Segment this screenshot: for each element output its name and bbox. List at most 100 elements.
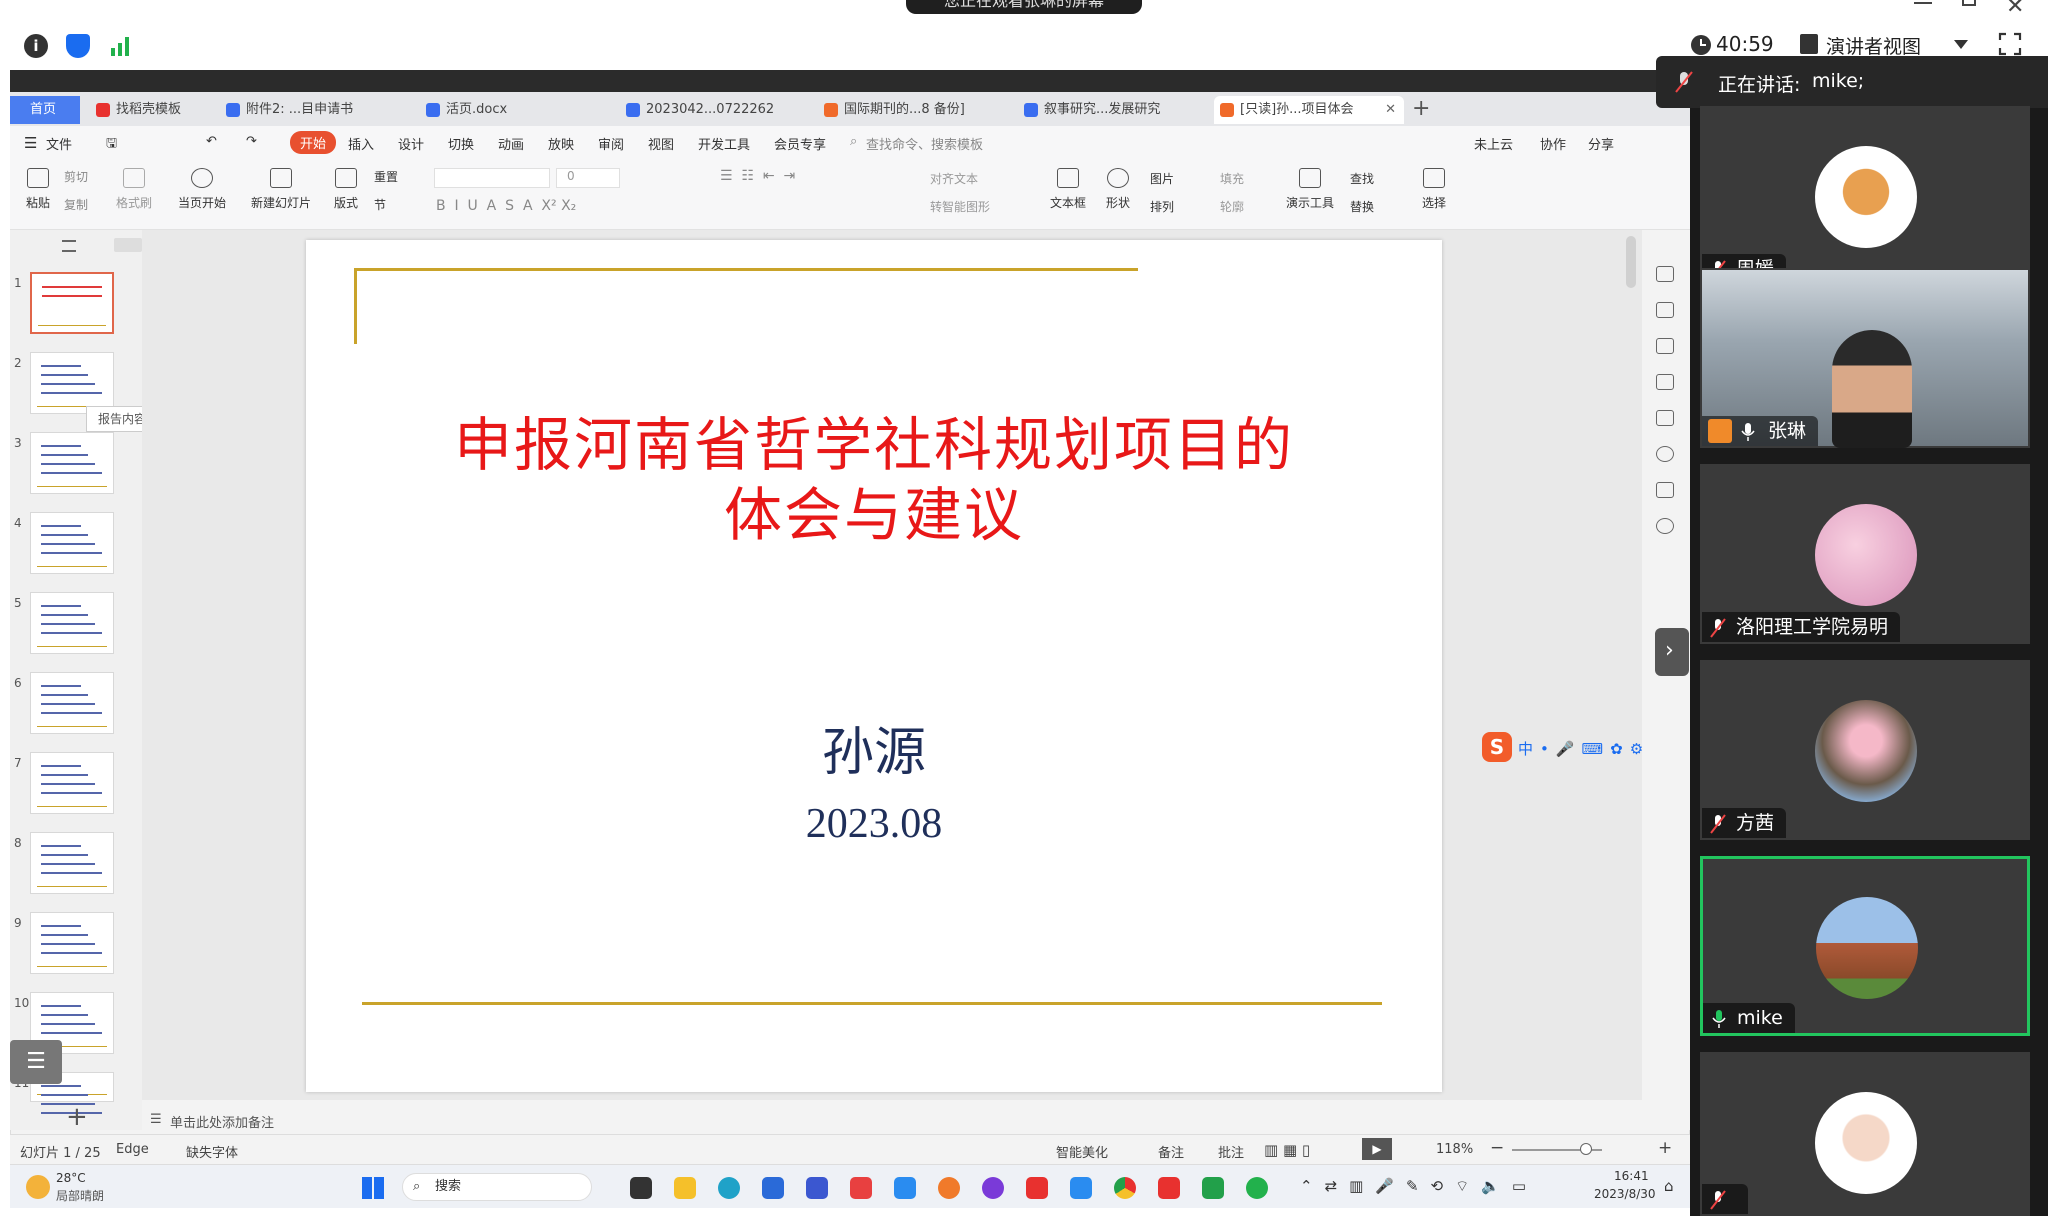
- menu-transition[interactable]: 切换: [448, 134, 474, 153]
- notes-button[interactable]: 备注: [1158, 1142, 1184, 1161]
- feishu-icon[interactable]: [1070, 1177, 1092, 1199]
- slide-title[interactable]: 申报河南省哲学社科规划项目的 体会与建议: [306, 410, 1442, 550]
- zoom-out-button[interactable]: −: [1490, 1138, 1504, 1158]
- command-search[interactable]: 查找命令、搜索模板: [866, 134, 983, 153]
- star-icon[interactable]: [1656, 338, 1674, 354]
- save-icon[interactable]: 🖫: [106, 134, 117, 156]
- remote-icon[interactable]: [1202, 1177, 1224, 1199]
- tab-document[interactable]: 叙事研究...发展研究: [1018, 96, 1218, 124]
- zoom-in-button[interactable]: +: [1658, 1138, 1672, 1158]
- windows-start-icon[interactable]: [362, 1177, 384, 1199]
- cut-button[interactable]: 剪切: [64, 168, 88, 185]
- play-slideshow-button[interactable]: ▶: [1362, 1138, 1392, 1160]
- menu-review[interactable]: 审阅: [598, 134, 624, 153]
- shape-button[interactable]: 形状: [1100, 168, 1136, 211]
- close-window-icon[interactable]: ✕: [2006, 0, 2024, 19]
- tab-document[interactable]: 2023042...0722262: [620, 96, 800, 124]
- taskbar-search[interactable]: ⌕ 搜索: [402, 1173, 592, 1201]
- help-icon[interactable]: [1656, 518, 1674, 534]
- menu-home[interactable]: 开始: [290, 131, 337, 154]
- slide-thumbnail[interactable]: [30, 352, 114, 414]
- fullscreen-icon[interactable]: [1998, 32, 2022, 56]
- play-from-current-button[interactable]: 当页开始: [172, 168, 232, 211]
- notification-icon[interactable]: ⌂: [1664, 1177, 1674, 1195]
- animation-icon[interactable]: [1656, 266, 1674, 282]
- tab-home[interactable]: 首页: [10, 96, 80, 124]
- participant-tile[interactable]: 张琳: [1700, 268, 2030, 448]
- font-family-select[interactable]: [434, 168, 550, 188]
- slide-thumbnail[interactable]: [30, 832, 114, 894]
- notes-bar[interactable]: ☰ 单击此处添加备注: [142, 1106, 1642, 1134]
- arrange-button[interactable]: 排列: [1150, 198, 1174, 215]
- signal-icon[interactable]: [108, 34, 132, 58]
- youdao-icon[interactable]: [1026, 1177, 1048, 1199]
- purple-app-icon[interactable]: [982, 1177, 1004, 1199]
- vertical-scrollbar[interactable]: [1626, 236, 1636, 288]
- store-icon[interactable]: [762, 1177, 784, 1199]
- sogou-icon[interactable]: S: [1482, 732, 1512, 762]
- participant-tile[interactable]: 方茜: [1700, 660, 2030, 840]
- tab-presentation[interactable]: 国际期刊的...8 备份]: [818, 96, 1018, 124]
- missing-font-button[interactable]: 缺失字体: [186, 1142, 238, 1161]
- cloud-status[interactable]: 未上云: [1474, 134, 1513, 153]
- close-tab-icon[interactable]: ✕: [1385, 96, 1396, 124]
- picture-button[interactable]: 图片: [1150, 170, 1174, 187]
- hamburger-icon[interactable]: ☰: [24, 134, 37, 152]
- slide-thumbnail[interactable]: [30, 432, 114, 494]
- wps-icon[interactable]: [1158, 1177, 1180, 1199]
- ime-tools-icon[interactable]: 中•🎤⌨✿⚙: [1518, 738, 1650, 759]
- slide-thumbnail[interactable]: [30, 592, 114, 654]
- smart-shape-button[interactable]: 转智能图形: [930, 198, 990, 215]
- location-icon[interactable]: [1656, 446, 1674, 462]
- new-tab-button[interactable]: +: [1412, 96, 1430, 121]
- share-button[interactable]: 分享: [1588, 134, 1614, 153]
- tab-template[interactable]: 找稻壳模板: [90, 96, 210, 124]
- slide-thumbnail[interactable]: [30, 512, 114, 574]
- theme-name[interactable]: Edge: [116, 1142, 149, 1157]
- replace-button[interactable]: 替换: [1350, 198, 1374, 215]
- font-style-buttons[interactable]: B I U A S A X² X₂: [436, 198, 576, 214]
- add-slide-button[interactable]: +: [66, 1102, 88, 1132]
- menu-design[interactable]: 设计: [398, 134, 424, 153]
- zoom-slider-handle[interactable]: [1580, 1143, 1592, 1155]
- minimize-window-icon[interactable]: [1914, 2, 1932, 4]
- tab-document[interactable]: 附件2: ...目申请书: [220, 96, 400, 124]
- participant-tile[interactable]: 洛阳理工学院易明: [1700, 464, 2030, 644]
- paragraph-buttons[interactable]: ☰ ☷ ⇤ ⇥: [720, 168, 795, 184]
- firefox-icon[interactable]: [938, 1177, 960, 1199]
- collapse-panel-button[interactable]: ›: [1655, 628, 1689, 676]
- font-size-select[interactable]: 0: [556, 168, 620, 188]
- red-app-icon[interactable]: [850, 1177, 872, 1199]
- weather-icon[interactable]: [26, 1175, 50, 1199]
- slide-date[interactable]: 2023.08: [306, 800, 1442, 848]
- tab-presentation-active[interactable]: [只读]孙...项目体会 ✕: [1214, 96, 1404, 124]
- tray-icons[interactable]: ⌃⇄▥🎤✎⟲⌔🔈▭: [1300, 1177, 1538, 1196]
- restore-window-icon[interactable]: [1962, 0, 1976, 6]
- present-tools-button[interactable]: 演示工具: [1280, 168, 1340, 211]
- participant-tile[interactable]: 周媛: [1700, 106, 2030, 286]
- layout-button[interactable]: 版式: [328, 168, 364, 211]
- folder-icon[interactable]: [674, 1177, 696, 1199]
- chevron-down-icon[interactable]: [1954, 40, 1968, 49]
- beautify-button[interactable]: 智能美化: [1056, 1142, 1108, 1161]
- slide-thumbnail[interactable]: [30, 672, 114, 734]
- wechat-icon[interactable]: [1246, 1177, 1268, 1199]
- copy-button[interactable]: 复制: [64, 196, 88, 213]
- menu-animation[interactable]: 动画: [498, 134, 524, 153]
- book-icon[interactable]: [1656, 482, 1674, 498]
- find-button[interactable]: 查找: [1350, 170, 1374, 187]
- zoom-level[interactable]: 118%: [1436, 1142, 1473, 1157]
- thumbnail-view-icon[interactable]: [114, 238, 142, 252]
- menu-slideshow[interactable]: 放映: [548, 134, 574, 153]
- cloud-app-icon[interactable]: [894, 1177, 916, 1199]
- align-text-button[interactable]: 对齐文本: [930, 170, 978, 187]
- comments-button[interactable]: 批注: [1218, 1142, 1244, 1161]
- info-icon[interactable]: i: [24, 34, 48, 58]
- settings-sliders-icon[interactable]: [1656, 302, 1674, 318]
- menu-view[interactable]: 视图: [648, 134, 674, 153]
- section-button[interactable]: 节: [374, 196, 386, 213]
- menu-insert[interactable]: 插入: [348, 134, 374, 153]
- fill-button[interactable]: 填充: [1220, 170, 1244, 187]
- edge-icon[interactable]: [718, 1177, 740, 1199]
- reset-button[interactable]: 重置: [374, 168, 398, 185]
